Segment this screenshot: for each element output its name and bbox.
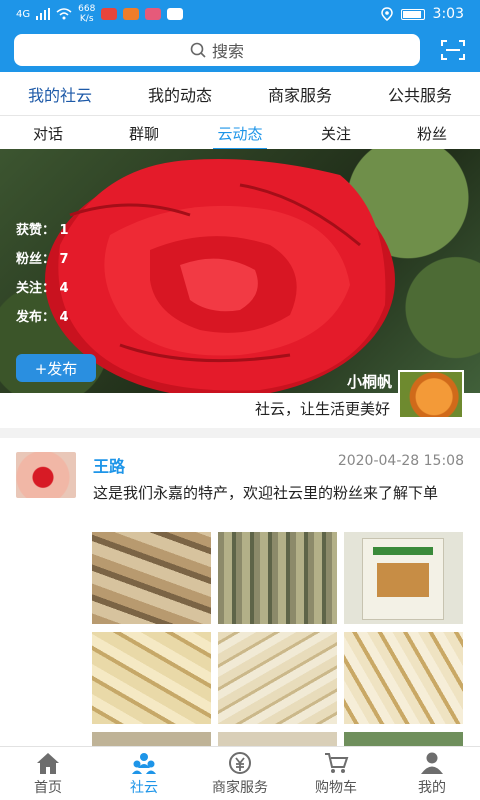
cart-icon <box>325 753 349 773</box>
post-image[interactable] <box>218 632 337 724</box>
nav-cart[interactable]: 购物车 <box>288 747 384 800</box>
profile-icon <box>421 752 443 774</box>
tab-merchant-service[interactable]: 商家服务 <box>240 82 360 106</box>
status-left: 4G 668 K/s <box>16 4 184 24</box>
clock: 3:03 <box>432 6 464 22</box>
home-icon <box>37 753 59 774</box>
publish-button[interactable]: +发布 <box>16 354 96 382</box>
nav-profile[interactable]: 我的 <box>384 747 480 800</box>
post-image[interactable] <box>218 532 337 624</box>
app-notification-icon <box>145 8 162 20</box>
status-right: 3:03 <box>380 6 464 22</box>
avatar[interactable] <box>398 370 464 419</box>
tab-following[interactable]: 关注 <box>288 123 384 144</box>
app-notification-icon <box>101 8 118 20</box>
nav-label: 我的 <box>418 780 446 796</box>
app-notification-icon <box>123 8 140 20</box>
community-icon <box>132 753 156 774</box>
tab-public-service[interactable]: 公共服务 <box>360 82 480 106</box>
post-content: 这是我们永嘉的特产，欢迎社云里的粉丝来了解下单 <box>93 484 439 502</box>
profile-stats: 获赞： 1 粉丝： 7 关注： 4 发布： 4 <box>16 219 69 335</box>
battery-icon <box>400 8 425 20</box>
secondary-tabs: 对话 群聊 云动态 关注 粉丝 <box>0 117 480 149</box>
scan-icon <box>441 40 465 60</box>
tab-group-chat[interactable]: 群聊 <box>96 123 192 144</box>
post-image[interactable] <box>344 632 463 724</box>
profile-cover: 获赞： 1 粉丝： 7 关注： 4 发布： 4 +发布 小桐帆 <box>0 149 480 393</box>
tab-fans[interactable]: 粉丝 <box>384 123 480 144</box>
status-bar: 4G 668 K/s 3:03 <box>0 0 480 28</box>
merchant-icon <box>229 752 251 774</box>
primary-tabs: 我的社云 我的动态 商家服务 公共服务 <box>0 72 480 116</box>
top-header: 搜索 <box>0 28 480 72</box>
post-image[interactable] <box>92 632 211 724</box>
nav-label: 首页 <box>34 780 62 796</box>
nav-label: 购物车 <box>315 780 357 796</box>
wifi-icon <box>56 8 72 20</box>
stat-following: 关注： 4 <box>16 281 69 296</box>
search-placeholder: 搜索 <box>211 42 244 61</box>
tab-cloud-feed[interactable]: 云动态 <box>192 123 288 144</box>
stat-likes: 获赞： 1 <box>16 223 69 238</box>
scan-button[interactable] <box>440 39 466 61</box>
tab-my-activity[interactable]: 我的动态 <box>120 82 240 106</box>
section-divider <box>0 428 480 438</box>
nav-label: 商家服务 <box>212 780 268 796</box>
nav-home[interactable]: 首页 <box>0 747 96 800</box>
chat-notification-icon <box>167 8 184 20</box>
network-indicator: 4G <box>16 8 31 20</box>
search-input[interactable]: 搜索 <box>14 34 420 66</box>
product-bag-image <box>362 538 444 620</box>
tab-conversation[interactable]: 对话 <box>0 123 96 144</box>
location-icon <box>380 7 393 21</box>
nav-merchant-service[interactable]: 商家服务 <box>192 747 288 800</box>
nav-community[interactable]: 社云 <box>96 747 192 800</box>
post-image[interactable] <box>92 532 211 624</box>
post-author-name[interactable]: 王路 <box>93 453 125 477</box>
post-image[interactable] <box>344 532 463 624</box>
search-icon <box>190 42 206 58</box>
post-author-avatar[interactable] <box>16 452 76 498</box>
stat-fans: 粉丝： 7 <box>16 252 69 267</box>
post-timestamp: 2020-04-28 15:08 <box>337 453 464 469</box>
network-speed: 668 K/s <box>78 4 96 24</box>
signal-icon <box>36 8 51 20</box>
tab-my-community[interactable]: 我的社云 <box>0 82 120 106</box>
profile-slogan: 社云，让生活更美好 <box>254 400 390 418</box>
nav-label: 社云 <box>130 780 158 796</box>
post-image-grid <box>92 532 464 752</box>
profile-name: 小桐帆 <box>346 373 392 391</box>
stat-posts: 发布： 4 <box>16 310 69 325</box>
bottom-navigation: 首页 社云 商家服务 购物车 我的 <box>0 746 480 800</box>
